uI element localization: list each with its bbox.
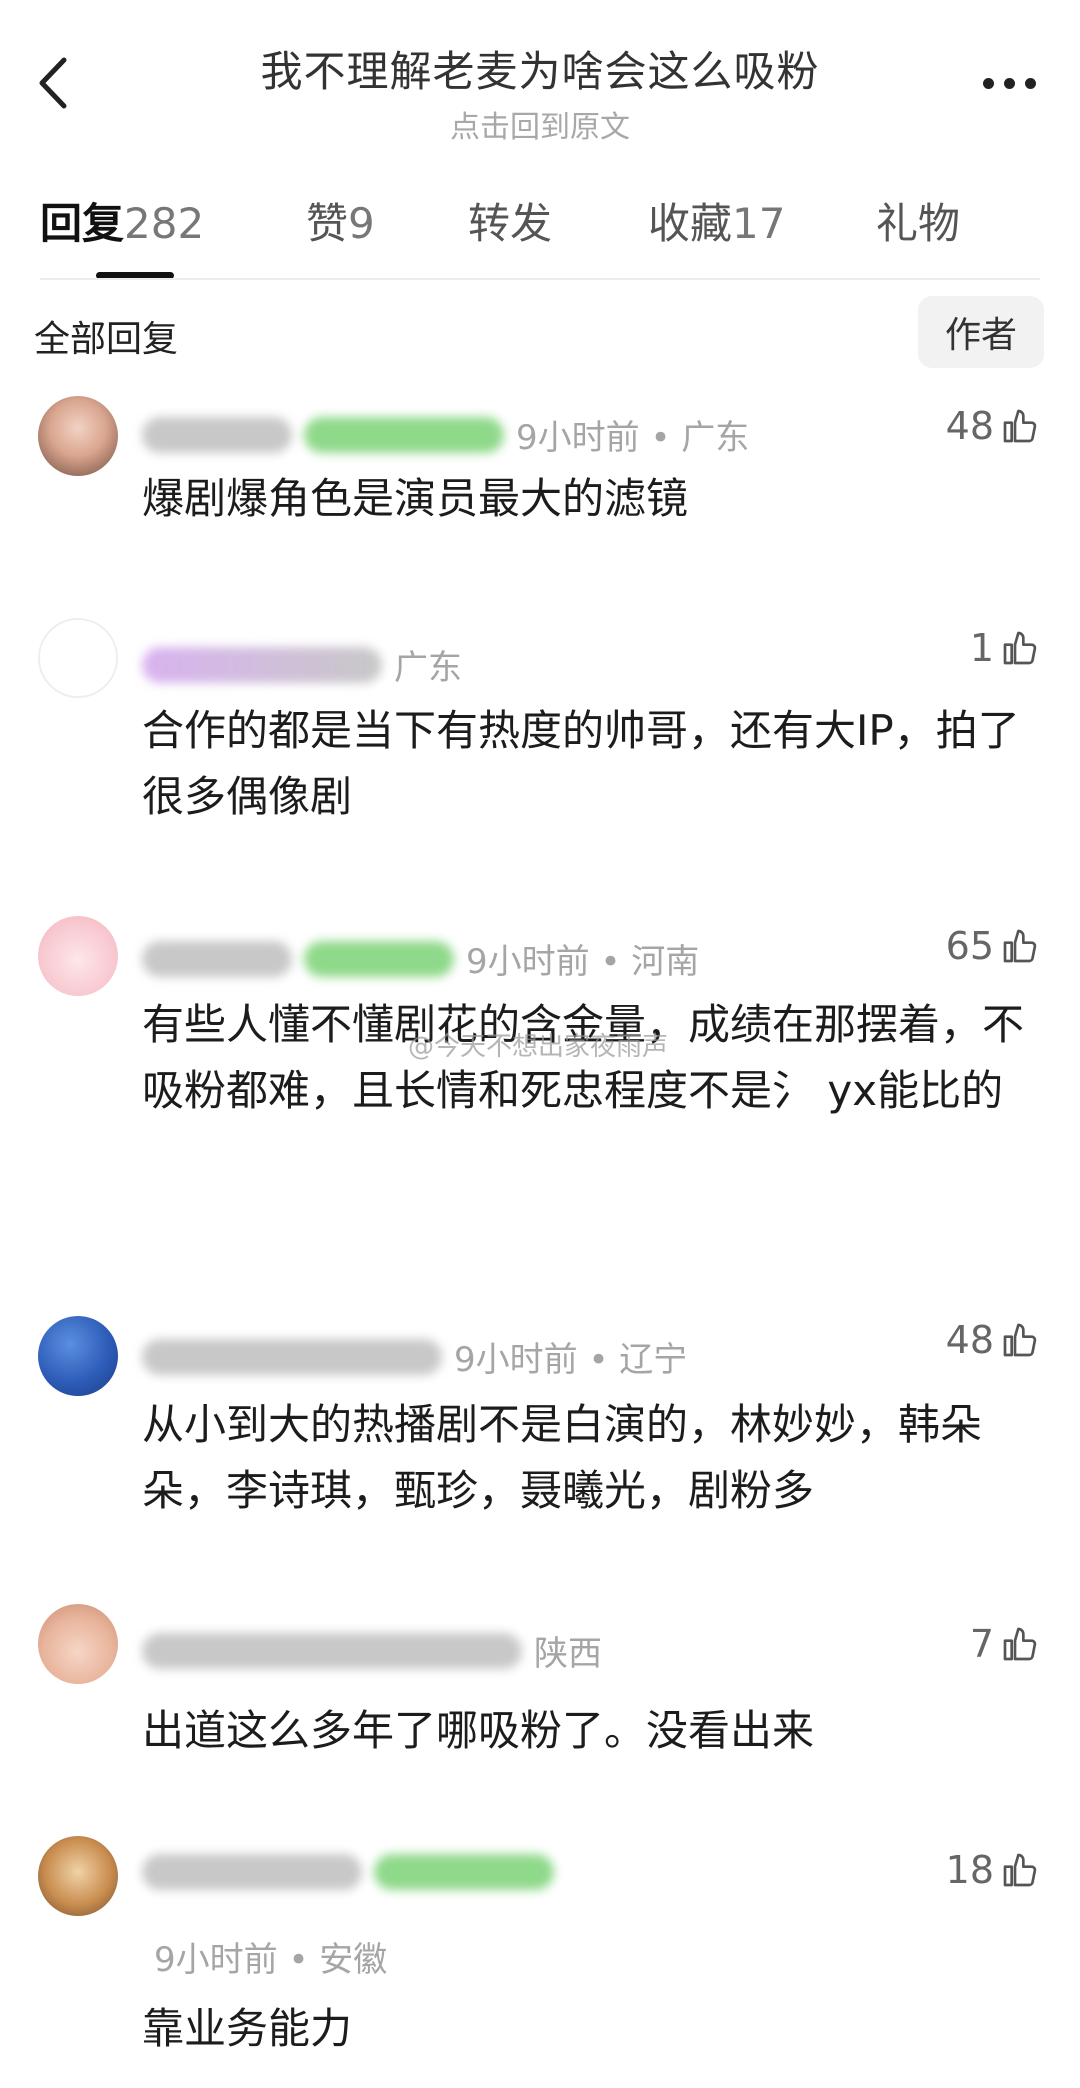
tab-reposts-label: 转发	[468, 199, 553, 248]
tab-replies-label: 回复	[40, 199, 125, 248]
top-bar: 我不理解老麦为啥会这么吸粉 点击回到原文	[0, 0, 1080, 150]
like-button[interactable]: 1	[970, 626, 1040, 670]
comment-meta	[142, 1854, 566, 1890]
time-location: 9小时前 • 广东	[516, 418, 750, 458]
time-location: 9小时前 • 河南	[466, 942, 700, 982]
username-blurred[interactable]	[142, 940, 292, 977]
avatar[interactable]	[38, 1604, 118, 1684]
avatar[interactable]	[38, 916, 118, 996]
comment-text: 合作的都是当下有热度的帅哥，还有大IP，拍了很多偶像剧	[142, 706, 1020, 821]
avatar[interactable]	[38, 1316, 118, 1396]
like-button[interactable]: 65	[946, 924, 1040, 968]
tab-gifts-label: 礼物	[876, 199, 961, 248]
username-blurred[interactable]	[142, 1338, 442, 1375]
author-filter-button[interactable]: 作者	[918, 296, 1044, 368]
tab-likes[interactable]: 赞9	[306, 190, 375, 251]
back-to-post-link[interactable]: 点击回到原文	[0, 102, 1080, 146]
thumbs-up-icon	[1003, 1853, 1037, 1887]
time-location: 9小时前 • 辽宁	[454, 1340, 688, 1380]
comment-meta: 广东	[142, 640, 462, 689]
comment-text: 出道这么多年了哪吸粉了。没看出来	[142, 1706, 815, 1755]
comment-meta: 9小时前 • 安徽	[154, 1932, 387, 1981]
like-count: 48	[945, 404, 994, 448]
like-count: 7	[969, 1622, 994, 1666]
comment-meta: 陕西	[142, 1626, 602, 1675]
like-count: 65	[945, 924, 994, 968]
comment-text: 靠业务能力	[142, 2004, 353, 2053]
more-dot	[1003, 77, 1015, 89]
time-location: 陕西	[534, 1634, 602, 1674]
thumbs-up-icon	[1003, 409, 1037, 443]
comment-text: 从小到大的热播剧不是白演的，林妙妙，韩朵朵，李诗琪，甄珍，聂曦光，剧粉多	[142, 1400, 983, 1515]
tab-likes-count: 9	[348, 199, 375, 248]
thumbs-up-icon	[1003, 631, 1037, 665]
username-blurred[interactable]	[142, 1632, 522, 1669]
username-blurred[interactable]	[142, 1854, 362, 1890]
watermark: @今天不想出家夜雨声	[408, 1032, 669, 1062]
more-dot	[1024, 77, 1036, 89]
comment-meta: 9小时前 • 河南	[142, 934, 699, 983]
badge-blurred	[374, 1854, 554, 1890]
post-title[interactable]: 我不理解老麦为啥会这么吸粉	[0, 38, 1080, 99]
tab-bar: 回复282 赞9 转发 收藏17 礼物	[0, 180, 1080, 280]
comment-meta: 9小时前 • 辽宁	[142, 1332, 687, 1381]
tab-gifts[interactable]: 礼物	[876, 190, 960, 251]
comment-meta: 9小时前 • 广东	[142, 410, 749, 459]
badge-blurred	[304, 416, 504, 453]
time-location: 9小时前 • 安徽	[154, 1940, 388, 1980]
tab-likes-label: 赞	[306, 199, 349, 248]
username-blurred[interactable]	[142, 646, 382, 683]
tab-reposts[interactable]: 转发	[468, 190, 552, 251]
all-replies-heading: 全部回复	[34, 319, 179, 360]
tab-favorites-count: 17	[732, 199, 786, 248]
avatar[interactable]	[38, 618, 118, 698]
divider	[40, 278, 1040, 280]
more-options-button[interactable]	[974, 58, 1044, 108]
like-count: 1	[969, 626, 994, 670]
thumbs-up-icon	[1003, 1627, 1037, 1661]
thumbs-up-icon	[1003, 1323, 1037, 1357]
thumbs-up-icon	[1003, 929, 1037, 963]
tab-replies[interactable]: 回复282	[40, 190, 204, 251]
like-button[interactable]: 18	[946, 1848, 1040, 1892]
like-button[interactable]: 7	[970, 1622, 1040, 1666]
tab-replies-count: 282	[124, 199, 205, 248]
time-location: 广东	[394, 648, 462, 688]
avatar[interactable]	[38, 1836, 118, 1916]
comment-text: 爆剧爆角色是演员最大的滤镜	[142, 474, 689, 523]
like-button[interactable]: 48	[946, 404, 1040, 448]
avatar[interactable]	[38, 396, 118, 476]
more-dots-icon	[982, 77, 994, 89]
tab-favorites[interactable]: 收藏17	[648, 190, 785, 251]
username-blurred[interactable]	[142, 416, 292, 453]
like-button[interactable]: 48	[946, 1318, 1040, 1362]
tab-favorites-label: 收藏	[648, 199, 733, 248]
like-count: 18	[945, 1848, 994, 1892]
badge-blurred	[304, 940, 454, 977]
like-count: 48	[945, 1318, 994, 1362]
